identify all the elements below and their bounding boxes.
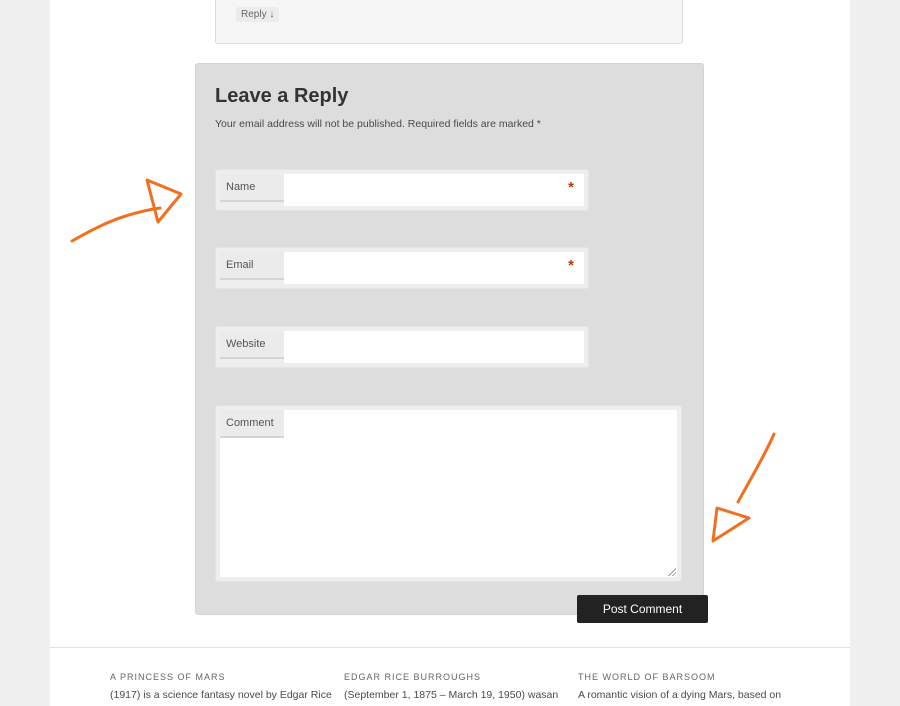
footer-widget-title: EDGAR RICE BURROUGHS <box>344 672 482 682</box>
post-comment-button[interactable]: Post Comment <box>577 595 708 623</box>
email-field: Email * <box>215 247 589 289</box>
resize-grip-icon[interactable] <box>668 568 676 576</box>
footer-widget-text: A romantic vision of a dying Mars, based… <box>578 689 782 701</box>
footer-widget-text: (September 1, 1875 – March 19, 1950) was… <box>344 689 559 701</box>
reply-link[interactable]: Reply ↓ <box>236 7 280 22</box>
comment-label: Comment <box>220 410 284 438</box>
name-label: Name <box>220 174 284 202</box>
website-label: Website <box>220 331 284 359</box>
footer-divider <box>50 647 850 648</box>
footer-widget-title: THE WORLD OF BARSOOM <box>578 672 716 682</box>
footer-widget-text: (1917) is a science fantasy novel by Edg… <box>110 689 332 701</box>
email-required-mark: * <box>568 257 574 274</box>
comment-notes: Your email address will not be published… <box>215 118 541 130</box>
footer-widget-title: A PRINCESS OF MARS <box>110 672 226 682</box>
previous-comment <box>215 0 683 44</box>
website-input[interactable] <box>284 331 584 363</box>
name-input[interactable] <box>284 174 584 206</box>
website-field: Website <box>215 326 589 368</box>
name-field: Name * <box>215 169 589 211</box>
email-label: Email <box>220 252 284 280</box>
name-required-mark: * <box>568 179 574 196</box>
comment-textarea[interactable] <box>220 410 677 577</box>
comment-field: Comment <box>215 405 682 582</box>
reply-title: Leave a Reply <box>215 85 349 107</box>
email-input[interactable] <box>284 252 584 284</box>
